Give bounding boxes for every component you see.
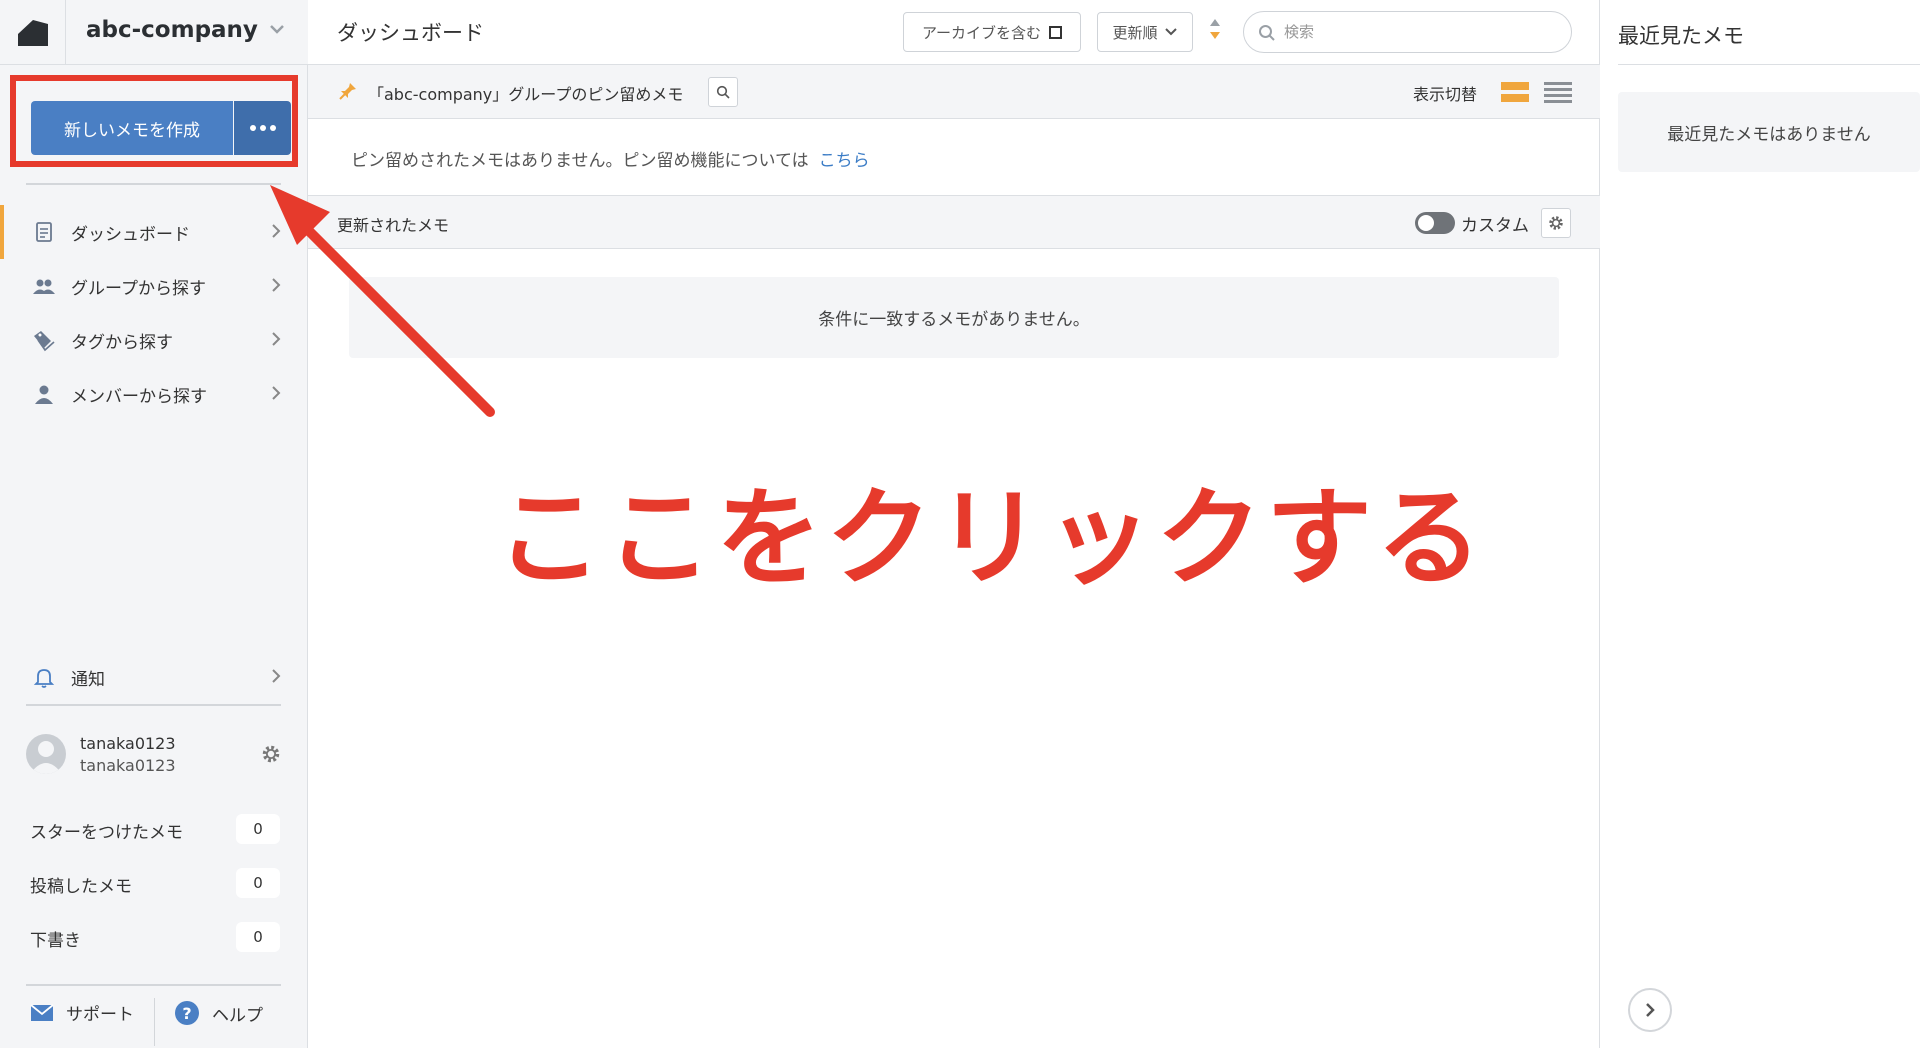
logo-icon[interactable] <box>0 0 66 65</box>
posted-memos-link[interactable]: 投稿したメモ 0 <box>30 868 285 898</box>
pin-icon <box>339 83 356 100</box>
count-badge: 0 <box>236 922 280 952</box>
include-archive-toggle[interactable]: アーカイブを含む <box>903 12 1081 52</box>
sidebar-item-notifications[interactable]: 通知 <box>0 650 307 704</box>
member-icon <box>35 385 53 404</box>
chevron-right-icon <box>272 224 281 238</box>
count-label: スターをつけたメモ <box>30 823 183 843</box>
bell-icon <box>33 669 55 688</box>
sidebar-footer: サポート ? ヘルプ <box>0 984 307 1048</box>
create-more-button[interactable] <box>234 101 291 155</box>
collapse-panel-button[interactable] <box>1628 988 1672 1032</box>
gear-icon[interactable] <box>260 743 282 765</box>
divider <box>26 704 281 706</box>
pinned-search-button[interactable] <box>708 77 738 107</box>
updated-title: 更新されたメモ <box>337 216 450 235</box>
updated-empty-message: 条件に一致するメモがありません。 <box>349 277 1559 358</box>
custom-toggle[interactable] <box>1415 212 1455 234</box>
sidebar-item-label: メンバーから探す <box>71 387 207 407</box>
divider <box>154 998 155 1046</box>
search-icon <box>1259 25 1275 41</box>
sort-select[interactable]: 更新順 <box>1097 12 1193 52</box>
sidebar-item-label: タグから探す <box>71 333 173 353</box>
custom-label: カスタム <box>1461 216 1529 236</box>
recent-empty-message: 最近見たメモはありません <box>1618 92 1920 172</box>
count-label: 投稿したメモ <box>30 877 132 897</box>
sidebar-item-label: グループから探す <box>71 279 206 299</box>
create-memo-button[interactable]: 新しいメモを作成 <box>31 101 233 155</box>
team-switcher[interactable]: abc-company <box>0 0 308 65</box>
custom-settings-button[interactable] <box>1541 208 1571 238</box>
support-label: サポート <box>66 1005 134 1025</box>
annotation-text: ここをクリックする <box>496 477 1486 600</box>
document-icon <box>36 222 52 242</box>
chevron-right-icon <box>272 669 281 683</box>
card-view-icon[interactable] <box>1501 81 1529 103</box>
updated-section-header: 更新されたメモ カスタム <box>308 195 1600 249</box>
count-label: 下書き <box>30 931 81 951</box>
tag-icon <box>34 331 55 352</box>
sidebar-item-tags[interactable]: タグから探す <box>0 313 307 367</box>
support-link[interactable]: サポート <box>30 1000 134 1025</box>
sidebar-item-members[interactable]: メンバーから探す <box>0 367 307 421</box>
sidebar-item-label: 通知 <box>71 670 105 690</box>
help-label: ヘルプ <box>212 1005 263 1026</box>
help-icon: ? <box>175 1001 199 1025</box>
svg-text:?: ? <box>182 1004 191 1023</box>
team-name: abc-company <box>86 17 258 43</box>
highlight-box: 新しいメモを作成 <box>10 75 298 167</box>
chevron-right-icon <box>272 386 281 400</box>
recent-title: 最近見たメモ <box>1618 24 1744 48</box>
pinned-section-header: 「abc-company」グループのピン留めメモ 表示切替 <box>308 65 1600 119</box>
chevron-down-icon[interactable] <box>268 20 286 42</box>
group-icon <box>33 279 55 294</box>
sort-label: 更新順 <box>1112 23 1158 42</box>
count-badge: 0 <box>236 814 280 844</box>
help-link[interactable]: ? ヘルプ <box>174 1000 263 1026</box>
drafts-link[interactable]: 下書き 0 <box>30 922 285 952</box>
header: ダッシュボード アーカイブを含む 更新順 <box>308 0 1600 65</box>
checkbox[interactable] <box>1049 25 1063 39</box>
user-profile[interactable]: tanaka0123 tanaka0123 <box>26 734 288 794</box>
pinned-title: 「abc-company」グループのピン留めメモ <box>368 85 684 104</box>
divider <box>1618 64 1920 65</box>
pinned-empty-text: ピン留めされたメモはありません。ピン留め機能については <box>351 151 809 171</box>
sidebar: abc-company 新しいメモを作成 ダッシュボード グループから探す タグ… <box>0 0 308 1048</box>
sidebar-item-dashboard[interactable]: ダッシュボード <box>0 205 307 259</box>
sidebar-item-label: ダッシュボード <box>71 225 190 245</box>
count-badge: 0 <box>236 868 280 898</box>
user-id: tanaka0123 <box>80 756 176 775</box>
sort-direction-icon[interactable] <box>1208 16 1222 42</box>
recent-panel: 最近見たメモ 最近見たメモはありません <box>1601 0 1920 1048</box>
chevron-down-icon <box>1164 28 1177 36</box>
view-toggle-label: 表示切替 <box>1413 85 1478 104</box>
divider <box>26 183 281 185</box>
pinned-empty-message: ピン留めされたメモはありません。ピン留め機能については こちら <box>351 146 870 171</box>
list-view-icon[interactable] <box>1544 81 1572 103</box>
search-icon <box>716 85 730 99</box>
user-display-name: tanaka0123 <box>80 734 176 753</box>
pin-help-link[interactable]: こちら <box>819 151 870 171</box>
chevron-right-icon <box>272 332 281 346</box>
chevron-right-icon <box>1646 1003 1655 1017</box>
search-input[interactable] <box>1284 21 1554 43</box>
archive-label: アーカイブを含む <box>921 23 1042 42</box>
search-box[interactable] <box>1243 11 1572 53</box>
page-title: ダッシュボード <box>337 21 484 45</box>
mail-icon <box>30 1003 54 1021</box>
starred-memos-link[interactable]: スターをつけたメモ 0 <box>30 814 285 844</box>
avatar[interactable] <box>26 734 66 774</box>
gear-icon <box>1549 216 1563 230</box>
chevron-right-icon <box>272 278 281 292</box>
sidebar-item-groups[interactable]: グループから探す <box>0 259 307 313</box>
